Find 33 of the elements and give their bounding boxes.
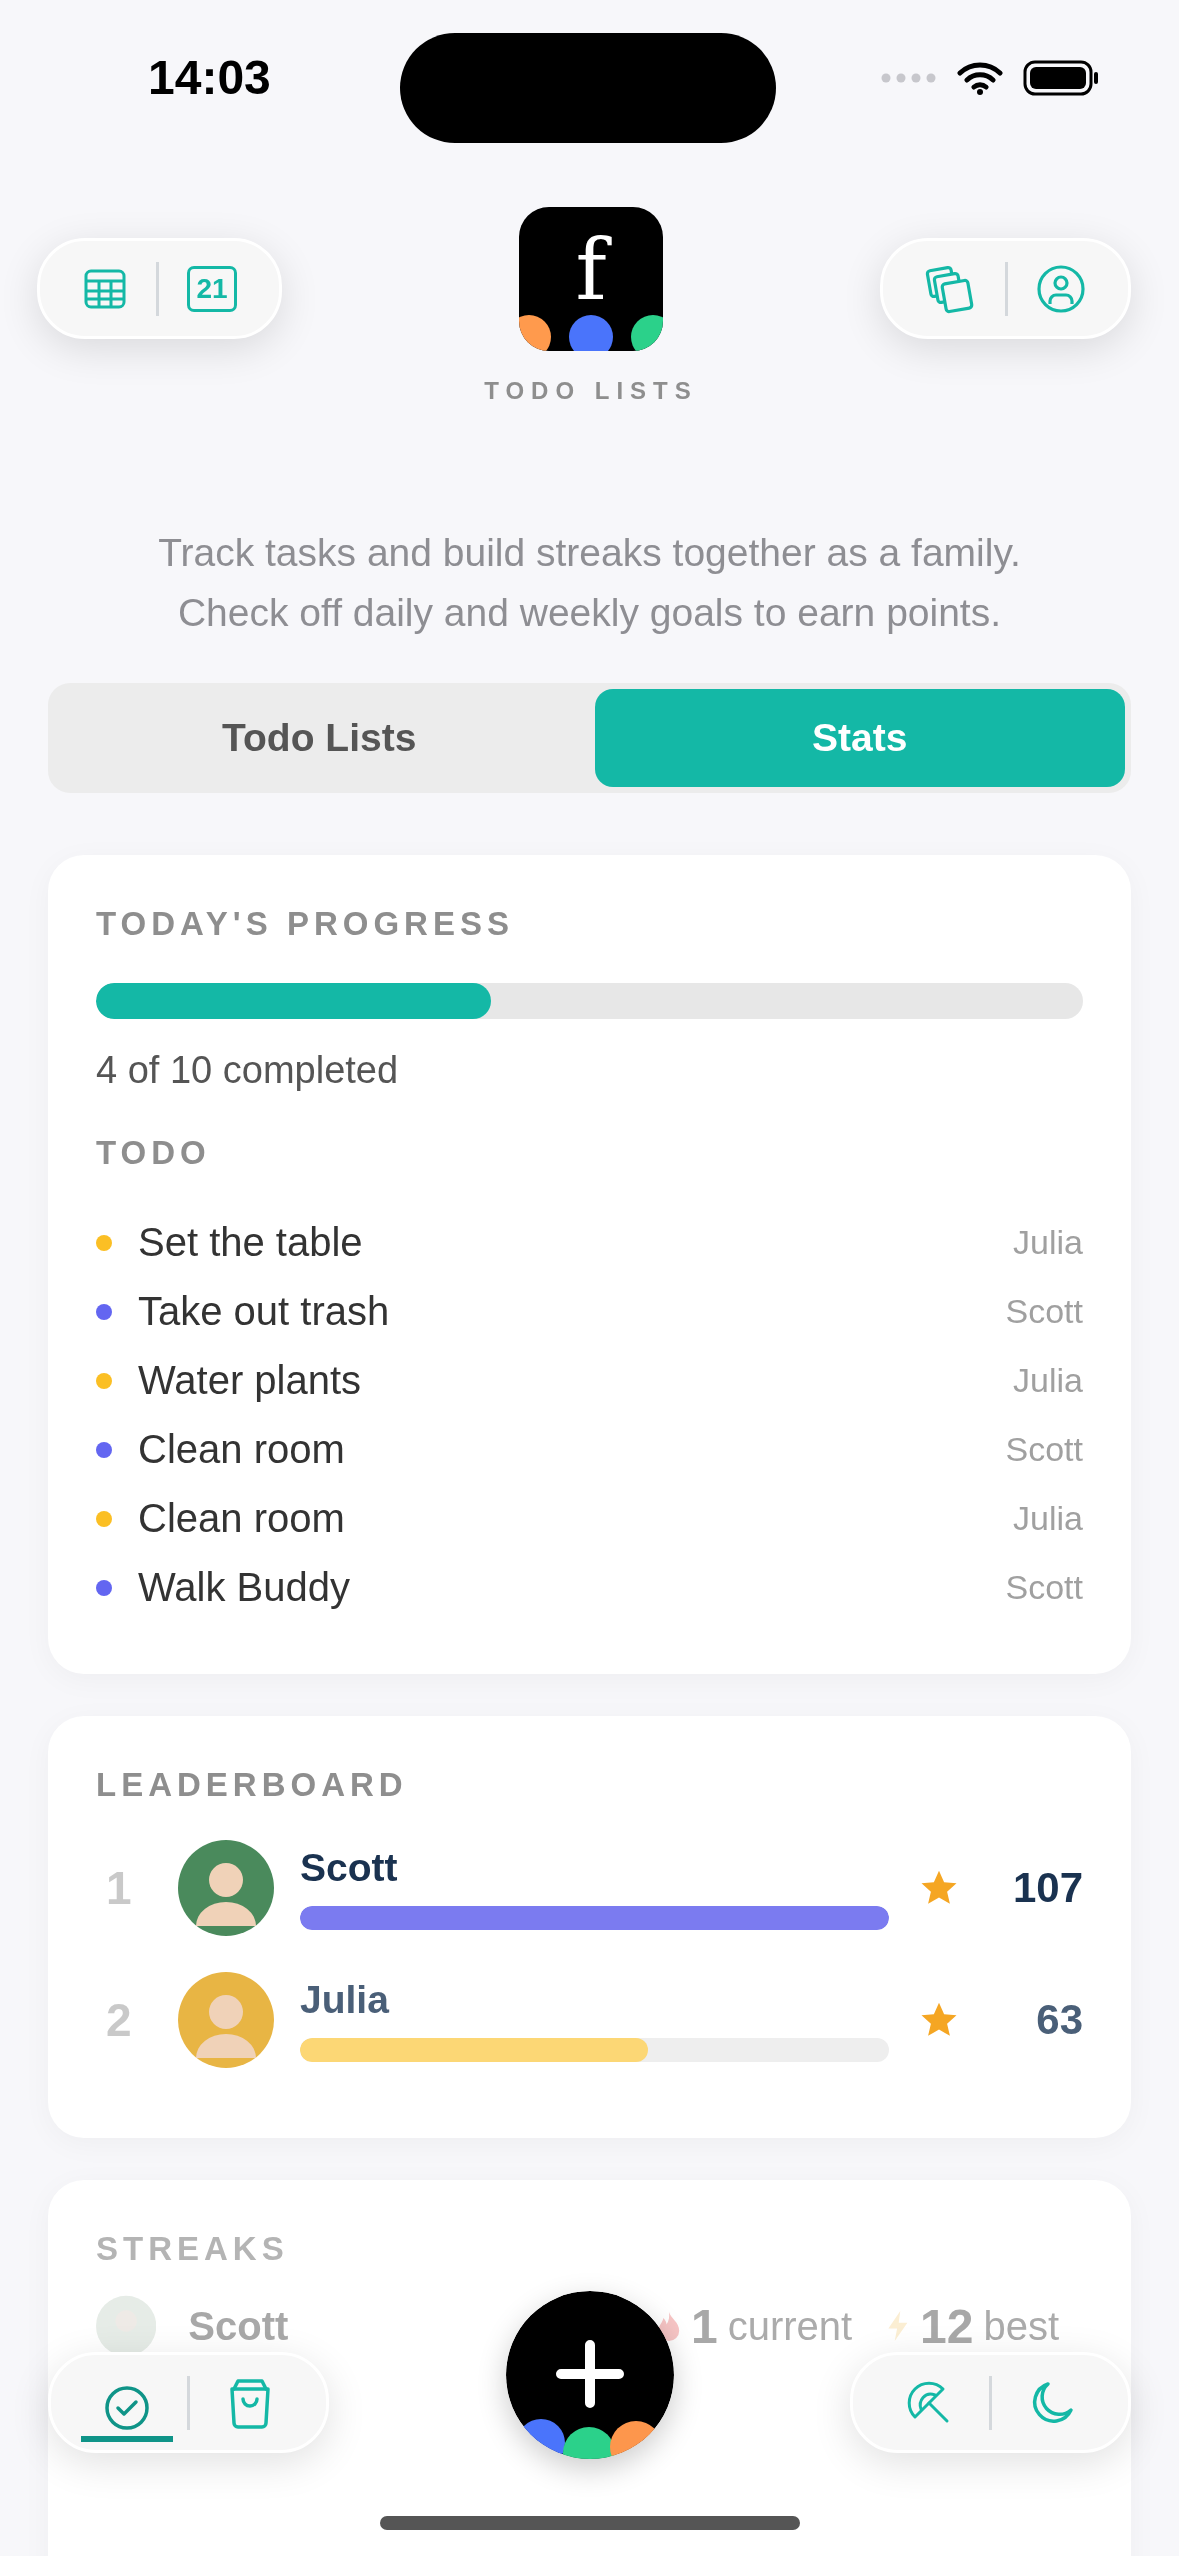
member-name: Scott <box>300 1846 399 1890</box>
status-time: 14:03 <box>148 50 271 105</box>
assignee: Scott <box>1005 1292 1083 1331</box>
assignee: Julia <box>1013 1499 1083 1538</box>
assignee: Scott <box>1005 1568 1083 1607</box>
card-title: TODAY'S PROGRESS <box>96 905 515 943</box>
best-label: best <box>983 2303 1059 2349</box>
description: Track tasks and build streaks together as a family. Check off daily and weekly goals to earn points. <box>157 530 1022 636</box>
current-streak: 1 <box>691 2298 718 2354</box>
assignee: Scott <box>1005 1430 1083 1469</box>
member-name: Scott <box>188 2303 289 2349</box>
assignee: Julia <box>1013 1361 1083 1400</box>
member-name: Julia <box>300 1978 391 2022</box>
section-title: TODO <box>96 1134 212 1172</box>
task-name: Clean room <box>138 1496 345 1541</box>
task-name: Water plants <box>138 1358 362 1403</box>
task-name: Walk Buddy <box>138 1565 350 1610</box>
task-name: Clean room <box>138 1427 345 1472</box>
points: 107 <box>1011 1864 1083 1912</box>
task-name: Take out trash <box>138 1289 390 1334</box>
best-streak: 12 <box>920 2298 974 2354</box>
app-logo: f <box>519 207 663 351</box>
day-calendar-button[interactable]: 21 <box>187 265 237 312</box>
tab[interactable]: Todo Lists <box>54 689 585 787</box>
app-name: TODO LISTS <box>484 377 698 405</box>
task-name: Set the table <box>138 1220 363 1265</box>
points: 63 <box>1035 1996 1083 2044</box>
card-title: STREAKS <box>96 2230 290 2268</box>
current-label: current <box>727 2303 853 2349</box>
assignee: Julia <box>1013 1223 1083 1262</box>
card-title: LEADERBOARD <box>96 1766 409 1804</box>
progress-summary: 4 of 10 completed <box>96 1049 400 1092</box>
tab[interactable]: Stats <box>594 689 1125 787</box>
